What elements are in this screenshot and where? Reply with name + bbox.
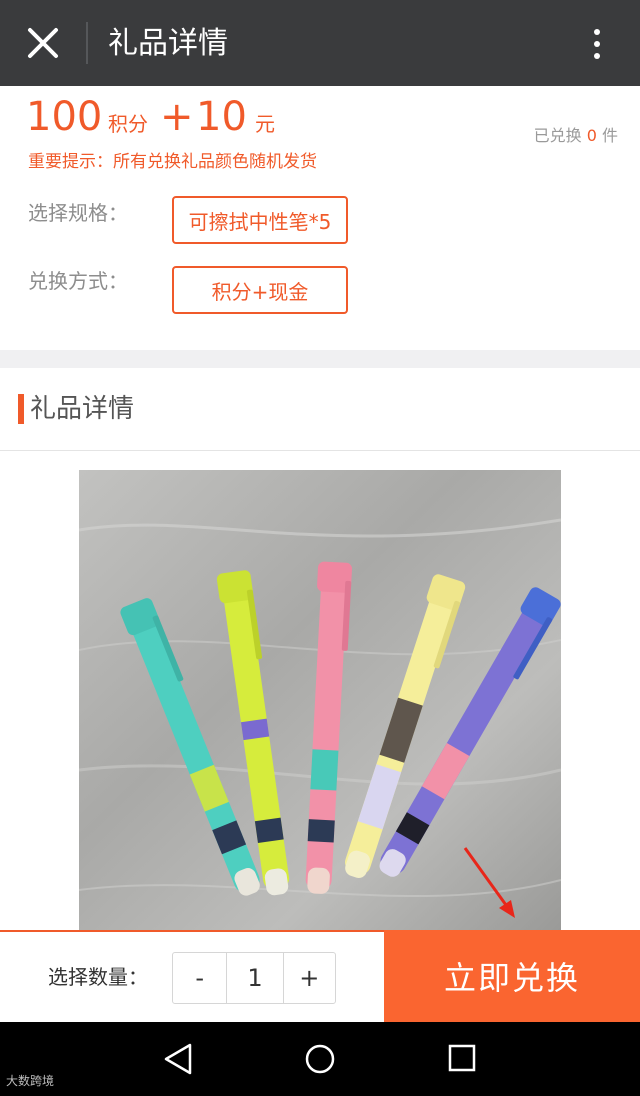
redeemed-number: 0 xyxy=(586,126,597,145)
quantity-label: 选择数量： xyxy=(48,965,148,989)
redeemed-count: 已兑换 0 件 xyxy=(500,124,618,148)
header-divider xyxy=(86,22,88,64)
redeemed-suffix: 件 xyxy=(601,126,618,145)
recents-icon[interactable] xyxy=(448,1044,476,1072)
quantity-input[interactable]: 1 xyxy=(227,953,284,1003)
important-notice: 重要提示：所有兑换礼品颜色随机发货 xyxy=(28,152,317,172)
price-points-unit: 积分 xyxy=(108,112,148,136)
more-vertical-icon xyxy=(594,29,600,35)
spec-option-button[interactable]: 可擦拭中性笔*5 xyxy=(172,196,348,244)
redeem-now-button[interactable]: 立即兑换 xyxy=(384,930,640,1022)
close-button[interactable] xyxy=(16,18,70,68)
more-menu-button[interactable] xyxy=(580,20,614,68)
close-icon xyxy=(28,28,58,58)
price-points: 100 xyxy=(26,94,103,140)
home-icon[interactable] xyxy=(304,1043,336,1075)
divider xyxy=(0,450,640,451)
top-bar xyxy=(0,0,640,86)
price-cash: 10 xyxy=(196,94,247,140)
increase-button[interactable]: + xyxy=(284,953,335,1003)
price-cash-unit: 元 xyxy=(255,112,275,136)
page-title: 礼品详情 xyxy=(108,26,228,61)
redeemed-prefix: 已兑换 xyxy=(533,126,582,145)
product-image xyxy=(79,470,561,932)
section-gap xyxy=(0,350,640,368)
price-plus: + xyxy=(160,94,194,140)
watermark: 大数跨境 xyxy=(6,1074,55,1088)
spec-label: 选择规格： xyxy=(28,201,128,225)
section-title: 礼品详情 xyxy=(30,394,135,424)
system-nav-bar xyxy=(0,1022,640,1096)
method-option-button[interactable]: 积分+现金 xyxy=(172,266,348,314)
back-icon[interactable] xyxy=(162,1042,194,1076)
decrease-button[interactable]: - xyxy=(173,953,228,1003)
section-accent-bar xyxy=(18,394,24,424)
quantity-stepper: - 1 + xyxy=(172,952,336,1004)
method-label: 兑换方式： xyxy=(28,269,128,293)
